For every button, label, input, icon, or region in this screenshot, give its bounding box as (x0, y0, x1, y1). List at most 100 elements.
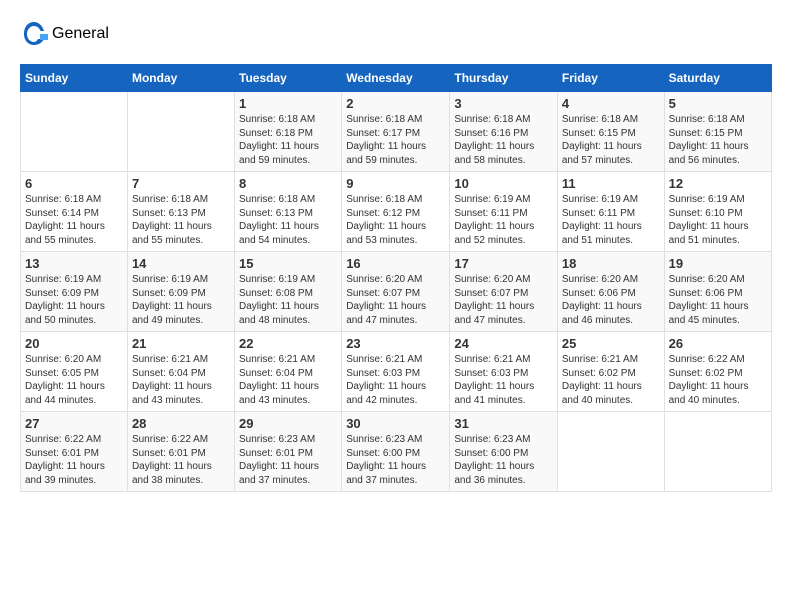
calendar-cell: 23 Sunrise: 6:21 AM Sunset: 6:03 PM Dayli… (342, 332, 450, 412)
day-number: 25 (562, 336, 660, 351)
header-day: Saturday (664, 65, 771, 92)
day-info: Sunrise: 6:18 AM Sunset: 6:12 PM Dayligh… (346, 193, 445, 247)
calendar-week: 6Sunrise: 6:18 AM Sunset: 6:14 PM Daylig… (21, 172, 772, 252)
calendar-cell: 18 Sunrise: 6:20 AM Sunset: 6:06 PM Dayli… (557, 252, 664, 332)
day-number: 22 (239, 336, 337, 351)
day-info: Sunrise: 6:22 AM Sunset: 6:01 PM Dayligh… (25, 433, 123, 487)
calendar-cell: 9Sunrise: 6:18 AM Sunset: 6:12 PM Daylig… (342, 172, 450, 252)
day-number: 14 (132, 256, 230, 271)
day-info: Sunrise: 6:18 AM Sunset: 6:13 PM Dayligh… (132, 193, 230, 247)
calendar-cell: 27 Sunrise: 6:22 AM Sunset: 6:01 PM Dayli… (21, 412, 128, 492)
calendar-cell: 17Sunrise: 6:20 AM Sunset: 6:07 PM Dayli… (450, 252, 558, 332)
day-info: Sunrise: 6:19 AM Sunset: 6:10 PM Dayligh… (669, 193, 767, 247)
day-number: 27 (25, 416, 123, 431)
calendar-cell: 25Sunrise: 6:21 AM Sunset: 6:02 PM Dayli… (557, 332, 664, 412)
calendar-cell: 11 Sunrise: 6:19 AM Sunset: 6:11 PM Dayli… (557, 172, 664, 252)
logo-icon (20, 20, 48, 48)
day-number: 7 (132, 176, 230, 191)
day-number: 13 (25, 256, 123, 271)
calendar-body: 1Sunrise: 6:18 AM Sunset: 6:18 PM Daylig… (21, 92, 772, 492)
calendar-cell: 19 Sunrise: 6:20 AM Sunset: 6:06 PM Dayli… (664, 252, 771, 332)
day-info: Sunrise: 6:21 AM Sunset: 6:03 PM Dayligh… (454, 353, 553, 407)
header-day: Monday (127, 65, 234, 92)
day-info: Sunrise: 6:18 AM Sunset: 6:13 PM Dayligh… (239, 193, 337, 247)
day-info: Sunrise: 6:21 AM Sunset: 6:04 PM Dayligh… (132, 353, 230, 407)
day-number: 19 (669, 256, 767, 271)
calendar-header: SundayMondayTuesdayWednesdayThursdayFrid… (21, 65, 772, 92)
calendar-cell: 7 Sunrise: 6:18 AM Sunset: 6:13 PM Daylig… (127, 172, 234, 252)
day-number: 20 (25, 336, 123, 351)
calendar-cell (664, 412, 771, 492)
day-number: 21 (132, 336, 230, 351)
calendar-cell: 29 Sunrise: 6:23 AM Sunset: 6:01 PM Dayli… (235, 412, 342, 492)
calendar-week: 20 Sunrise: 6:20 AM Sunset: 6:05 PM Dayli… (21, 332, 772, 412)
day-info: Sunrise: 6:20 AM Sunset: 6:06 PM Dayligh… (562, 273, 660, 327)
day-info: Sunrise: 6:23 AM Sunset: 6:00 PM Dayligh… (346, 433, 445, 487)
calendar-table: SundayMondayTuesdayWednesdayThursdayFrid… (20, 64, 772, 492)
day-number: 8 (239, 176, 337, 191)
calendar-cell: 1Sunrise: 6:18 AM Sunset: 6:18 PM Daylig… (235, 92, 342, 172)
day-info: Sunrise: 6:19 AM Sunset: 6:09 PM Dayligh… (25, 273, 123, 327)
day-number: 23 (346, 336, 445, 351)
calendar-cell: 8 Sunrise: 6:18 AM Sunset: 6:13 PM Daylig… (235, 172, 342, 252)
calendar-cell: 28Sunrise: 6:22 AM Sunset: 6:01 PM Dayli… (127, 412, 234, 492)
calendar-week: 27 Sunrise: 6:22 AM Sunset: 6:01 PM Dayli… (21, 412, 772, 492)
day-info: Sunrise: 6:19 AM Sunset: 6:11 PM Dayligh… (562, 193, 660, 247)
day-info: Sunrise: 6:21 AM Sunset: 6:03 PM Dayligh… (346, 353, 445, 407)
calendar-cell: 26 Sunrise: 6:22 AM Sunset: 6:02 PM Dayli… (664, 332, 771, 412)
day-number: 30 (346, 416, 445, 431)
day-info: Sunrise: 6:22 AM Sunset: 6:02 PM Dayligh… (669, 353, 767, 407)
day-info: Sunrise: 6:18 AM Sunset: 6:17 PM Dayligh… (346, 113, 445, 167)
calendar-cell: 22 Sunrise: 6:21 AM Sunset: 6:04 PM Dayli… (235, 332, 342, 412)
day-number: 5 (669, 96, 767, 111)
calendar-cell: 5 Sunrise: 6:18 AM Sunset: 6:15 PM Daylig… (664, 92, 771, 172)
day-info: Sunrise: 6:18 AM Sunset: 6:15 PM Dayligh… (669, 113, 767, 167)
day-number: 18 (562, 256, 660, 271)
logo-general: General (52, 25, 109, 43)
calendar-cell: 24 Sunrise: 6:21 AM Sunset: 6:03 PM Dayli… (450, 332, 558, 412)
day-info: Sunrise: 6:18 AM Sunset: 6:16 PM Dayligh… (454, 113, 553, 167)
calendar-cell: 16 Sunrise: 6:20 AM Sunset: 6:07 PM Dayli… (342, 252, 450, 332)
calendar-week: 13 Sunrise: 6:19 AM Sunset: 6:09 PM Dayli… (21, 252, 772, 332)
calendar-cell (127, 92, 234, 172)
day-number: 29 (239, 416, 337, 431)
header-day: Thursday (450, 65, 558, 92)
calendar-week: 1Sunrise: 6:18 AM Sunset: 6:18 PM Daylig… (21, 92, 772, 172)
day-info: Sunrise: 6:20 AM Sunset: 6:05 PM Dayligh… (25, 353, 123, 407)
day-info: Sunrise: 6:18 AM Sunset: 6:15 PM Dayligh… (562, 113, 660, 167)
day-number: 16 (346, 256, 445, 271)
day-number: 3 (454, 96, 553, 111)
logo: General (20, 20, 109, 48)
day-number: 31 (454, 416, 553, 431)
day-number: 28 (132, 416, 230, 431)
day-number: 1 (239, 96, 337, 111)
day-info: Sunrise: 6:19 AM Sunset: 6:11 PM Dayligh… (454, 193, 553, 247)
calendar-cell: 12Sunrise: 6:19 AM Sunset: 6:10 PM Dayli… (664, 172, 771, 252)
day-number: 10 (454, 176, 553, 191)
day-info: Sunrise: 6:20 AM Sunset: 6:07 PM Dayligh… (346, 273, 445, 327)
day-number: 24 (454, 336, 553, 351)
day-number: 11 (562, 176, 660, 191)
day-number: 26 (669, 336, 767, 351)
calendar-cell: 30 Sunrise: 6:23 AM Sunset: 6:00 PM Dayli… (342, 412, 450, 492)
header-day: Friday (557, 65, 664, 92)
calendar-cell: 2 Sunrise: 6:18 AM Sunset: 6:17 PM Daylig… (342, 92, 450, 172)
header-row: SundayMondayTuesdayWednesdayThursdayFrid… (21, 65, 772, 92)
day-number: 4 (562, 96, 660, 111)
logo-text: General (52, 25, 109, 43)
day-number: 15 (239, 256, 337, 271)
day-info: Sunrise: 6:21 AM Sunset: 6:04 PM Dayligh… (239, 353, 337, 407)
day-info: Sunrise: 6:23 AM Sunset: 6:01 PM Dayligh… (239, 433, 337, 487)
calendar-cell: 31Sunrise: 6:23 AM Sunset: 6:00 PM Dayli… (450, 412, 558, 492)
day-info: Sunrise: 6:20 AM Sunset: 6:07 PM Dayligh… (454, 273, 553, 327)
day-info: Sunrise: 6:20 AM Sunset: 6:06 PM Dayligh… (669, 273, 767, 327)
calendar-cell: 10 Sunrise: 6:19 AM Sunset: 6:11 PM Dayli… (450, 172, 558, 252)
header-day: Tuesday (235, 65, 342, 92)
page-header: General (20, 20, 772, 48)
day-info: Sunrise: 6:18 AM Sunset: 6:14 PM Dayligh… (25, 193, 123, 247)
calendar-cell (21, 92, 128, 172)
day-number: 2 (346, 96, 445, 111)
day-info: Sunrise: 6:19 AM Sunset: 6:08 PM Dayligh… (239, 273, 337, 327)
calendar-cell: 20 Sunrise: 6:20 AM Sunset: 6:05 PM Dayli… (21, 332, 128, 412)
calendar-cell: 6Sunrise: 6:18 AM Sunset: 6:14 PM Daylig… (21, 172, 128, 252)
